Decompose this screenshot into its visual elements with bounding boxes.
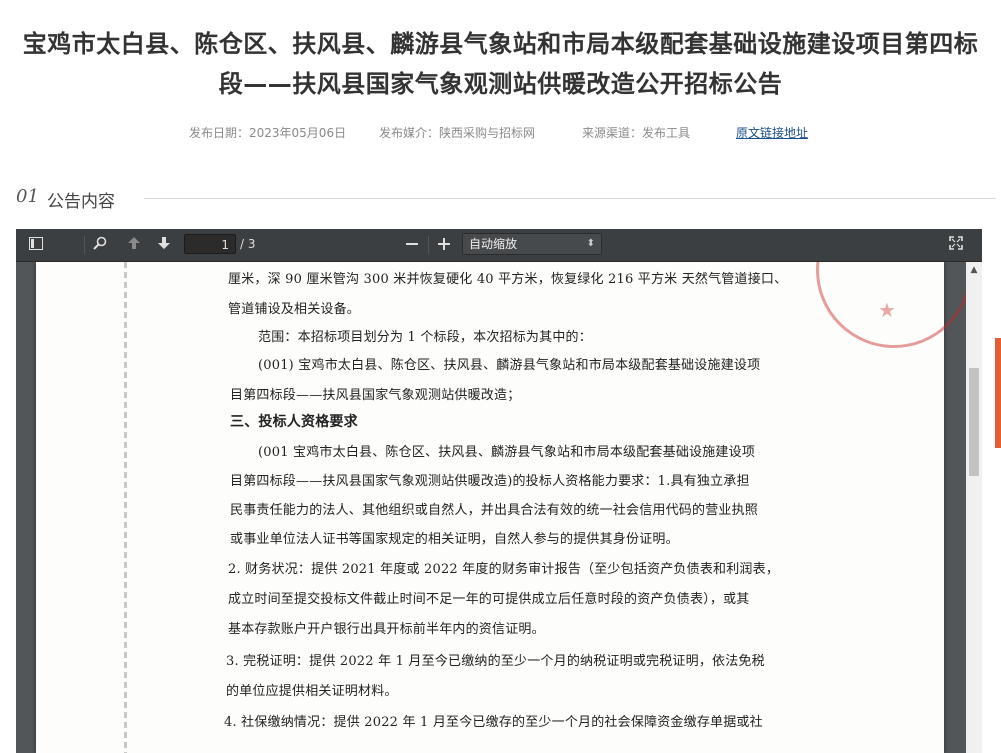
scrollbar-thumb[interactable] — [969, 368, 979, 476]
section-divider — [144, 198, 996, 199]
doc-line: (001 宝鸡市太白县、陈仓区、扶风县、麟游县气象站和市局本级配套基础设施建设项 — [258, 445, 756, 460]
zoom-select[interactable]: 自动缩放 ⬍ — [462, 233, 602, 255]
doc-line: 范围：本招标项目划分为 1 个标段，本次招标为其中的： — [258, 330, 592, 345]
article-title-line-1: 宝鸡市太白县、陈仓区、扶风县、麟游县气象站和市局本级配套基础设施建设项目第四标 — [22, 30, 979, 58]
arrow-up-icon[interactable] — [122, 234, 146, 256]
minus-icon[interactable] — [400, 234, 424, 256]
doc-line: 或事业单位法人证书等国家规定的相关证明，自然人参与的提供其身份证明。 — [230, 532, 679, 547]
fullscreen-icon[interactable] — [944, 234, 968, 256]
doc-line: 厘米，深 90 厘米管沟 300 米并恢复硬化 40 平方米，恢复绿化 216 … — [228, 272, 788, 287]
plus-icon[interactable] — [432, 234, 456, 256]
seal-star-icon: ★ — [878, 298, 896, 322]
doc-line: 成立时间至提交投标文件截止时间不足一年的可提供成立后任意时段的资产负债表），或其 — [228, 592, 750, 607]
toolbar-separator — [84, 236, 85, 254]
doc-line: 基本存款账户开户银行出具开标前半年内的资信证明。 — [228, 622, 545, 637]
doc-line: 目第四标段——扶风县国家气象观测站供暖改造； — [230, 388, 521, 403]
doc-line: 3. 完税证明：提供 2022 年 1 月至今已缴纳的至少一个月的纳税证明或完税… — [226, 654, 765, 669]
pdf-document-area[interactable]: ★ 厘米，深 90 厘米管沟 300 米并恢复硬化 40 平方米，恢复绿化 21… — [16, 262, 966, 753]
original-link[interactable]: 原文链接地址 — [736, 124, 808, 141]
article-meta: 发布日期：2023年05月06日 发布媒介：陕西采购与招标网 来源渠道：发布工具… — [0, 124, 1001, 140]
pdf-page: ★ 厘米，深 90 厘米管沟 300 米并恢复硬化 40 平方米，恢复绿化 21… — [36, 262, 966, 753]
doc-line: (001) 宝鸡市太白县、陈仓区、扶风县、麟游县气象站和市局本级配套基础设施建设… — [258, 358, 761, 373]
doc-heading: 三、投标人资格要求 — [230, 414, 358, 430]
pdf-toolbar: 1 / 3 自动缩放 ⬍ — [16, 229, 982, 262]
doc-line: 2. 财务状况：提供 2021 年度或 2022 年度的财务审计报告（至少包括资… — [228, 562, 780, 577]
doc-line: 的单位应提供相关证明材料。 — [226, 684, 398, 699]
page-total: / 3 — [240, 237, 256, 251]
scroll-up-icon[interactable]: ▲ — [966, 262, 982, 278]
publish-media: 发布媒介：陕西采购与招标网 — [379, 126, 536, 140]
vertical-scrollbar[interactable]: ▲ — [966, 262, 982, 753]
search-icon[interactable] — [88, 234, 112, 256]
side-float-tab[interactable] — [995, 338, 1001, 448]
doc-line: 目第四标段——扶风县国家气象观测站供暖改造)的投标人资格能力要求：1.具有独立承… — [230, 474, 750, 489]
arrow-down-icon[interactable] — [152, 234, 176, 256]
pdf-viewer: 1 / 3 自动缩放 ⬍ ★ 厘米，深 90 厘米管沟 300 米并恢复硬化 4… — [16, 229, 982, 753]
section-header: 01 公告内容 — [16, 186, 996, 212]
page-binding-edge — [124, 262, 127, 753]
section-number: 01 — [16, 186, 39, 207]
section-label: 公告内容 — [47, 192, 115, 212]
publish-date: 发布日期：2023年05月06日 — [189, 126, 347, 140]
toolbar-separator — [428, 236, 429, 254]
article-title-line-2: 段——扶风县国家气象观测站供暖改造公开招标公告 — [218, 70, 783, 98]
chevron-updown-icon: ⬍ — [586, 238, 595, 249]
article-title: 宝鸡市太白县、陈仓区、扶风县、麟游县气象站和市局本级配套基础设施建设项目第四标 … — [0, 24, 1001, 104]
doc-line: 民事责任能力的法人、其他组织或自然人，并出具合法有效的统一社会信用代码的营业执照 — [230, 503, 759, 518]
source-channel: 来源渠道：发布工具 — [582, 126, 691, 140]
zoom-select-value: 自动缩放 — [469, 237, 518, 251]
page-number-input[interactable]: 1 — [184, 234, 236, 254]
sidebar-toggle-icon[interactable] — [24, 234, 48, 256]
doc-line: 4. 社保缴纳情况：提供 2022 年 1 月至今已缴存的至少一个月的社会保障资… — [224, 715, 763, 730]
doc-line: 管道铺设及相关设备。 — [228, 302, 361, 317]
